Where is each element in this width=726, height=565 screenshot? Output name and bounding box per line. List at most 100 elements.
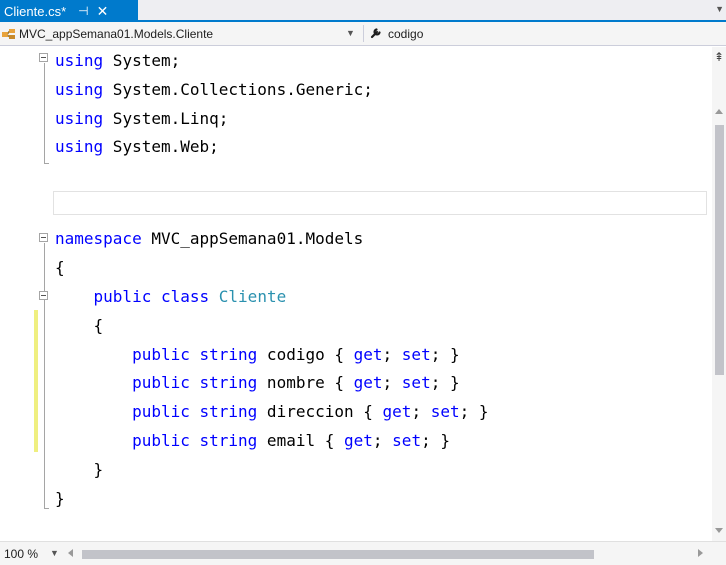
divider — [363, 25, 364, 42]
close-icon[interactable]: ✕ — [97, 3, 109, 20]
code-text: ; } — [430, 345, 460, 364]
collapse-icon[interactable] — [39, 233, 48, 242]
scroll-right-icon[interactable] — [698, 549, 703, 557]
code-line: using System; — [55, 47, 180, 76]
code-keyword: get — [353, 373, 383, 392]
code-text: ; } — [430, 373, 460, 392]
code-keyword: namespace — [55, 229, 142, 248]
tab-title: Cliente.cs* — [4, 3, 67, 19]
code-text: } — [55, 460, 104, 479]
code-line: } — [55, 456, 104, 485]
code-line: { — [55, 254, 65, 283]
code-line: { — [55, 312, 104, 341]
horizontal-scroll-thumb[interactable] — [82, 550, 594, 559]
code-keyword: using — [55, 109, 104, 128]
code-keyword: set — [401, 373, 431, 392]
code-text: nombre { — [257, 373, 354, 392]
code-line: public class Cliente — [55, 283, 287, 312]
code-keyword: public — [132, 345, 190, 364]
code-keyword: public — [93, 287, 152, 306]
code-text: } — [55, 489, 65, 508]
code-keyword: set — [430, 402, 460, 421]
outline-guide-end — [44, 163, 49, 164]
code-keyword: set — [392, 431, 422, 450]
code-text: MVC_appSemana01.Models — [141, 229, 364, 248]
code-type-name: Cliente — [218, 287, 287, 306]
zoom-level[interactable]: 100 % — [4, 547, 38, 561]
code-text: codigo { — [257, 345, 354, 364]
code-text: ; — [372, 431, 393, 450]
code-text: System.Web; — [103, 137, 219, 156]
code-keyword: string — [199, 431, 258, 450]
tab-cliente-cs[interactable]: Cliente.cs* ⊣ ✕ — [0, 0, 138, 22]
scroll-left-icon[interactable] — [68, 549, 73, 557]
collapse-icon[interactable] — [39, 53, 48, 62]
code-editor[interactable]: using System; using System.Collections.G… — [0, 47, 712, 541]
outline-guide — [44, 243, 45, 508]
editor-bottom-bar: 100 % ▼ — [0, 541, 726, 565]
document-tab-strip: Cliente.cs* ⊣ ✕ ▼ — [0, 0, 726, 22]
outline-guide-end — [44, 508, 49, 509]
type-selector[interactable]: MVC_appSemana01.Models.Cliente ▼ — [0, 24, 362, 43]
chevron-down-icon[interactable]: ▼ — [50, 548, 59, 558]
code-keyword: using — [55, 137, 104, 156]
navigation-bar: MVC_appSemana01.Models.Cliente ▼ codigo — [0, 22, 726, 46]
code-text: ; — [411, 402, 431, 421]
collapse-icon[interactable] — [39, 291, 48, 300]
code-line: public string direccion { get; set; } — [55, 398, 489, 427]
code-text: email { — [257, 431, 344, 450]
member-selector-label: codigo — [388, 26, 424, 41]
scroll-up-icon[interactable] — [715, 109, 723, 114]
code-keyword: public — [132, 431, 190, 450]
code-line: public string nombre { get; set; } — [55, 369, 460, 398]
code-keyword: public — [132, 402, 190, 421]
code-keyword: get — [344, 431, 373, 450]
code-text: ; } — [421, 431, 450, 450]
member-selector[interactable]: codigo — [366, 24, 722, 43]
vertical-scroll-thumb[interactable] — [715, 125, 724, 375]
code-line: public string email { get; set; } — [55, 427, 450, 456]
code-text: ; } — [459, 402, 489, 421]
code-keyword: string — [199, 373, 258, 392]
outline-guide — [44, 63, 45, 163]
code-text: ; — [382, 345, 402, 364]
code-text: System; — [103, 51, 181, 70]
code-text: { — [55, 316, 104, 335]
split-icon[interactable]: ⇞ — [714, 50, 724, 64]
code-keyword: string — [199, 402, 258, 421]
code-text: ; — [382, 373, 402, 392]
code-text: System.Linq; — [103, 109, 229, 128]
class-icon — [2, 28, 16, 40]
code-keyword: class — [160, 287, 210, 306]
code-keyword: get — [382, 402, 412, 421]
code-line: } — [55, 485, 65, 514]
type-selector-label: MVC_appSemana01.Models.Cliente — [19, 26, 214, 41]
code-line: using System.Web; — [55, 133, 219, 162]
vertical-scrollbar[interactable]: ⇞ — [712, 47, 726, 541]
scroll-down-icon[interactable] — [715, 528, 723, 533]
pin-icon[interactable]: ⊣ — [78, 4, 88, 18]
code-keyword: public — [132, 373, 190, 392]
code-keyword: set — [401, 345, 431, 364]
chevron-down-icon[interactable]: ▼ — [715, 4, 724, 14]
code-keyword: using — [55, 51, 104, 70]
wrench-icon — [370, 26, 384, 42]
code-text: System.Collections.Generic; — [103, 80, 373, 99]
code-keyword: string — [199, 345, 258, 364]
current-line-highlight — [53, 191, 707, 215]
code-line: using System.Collections.Generic; — [55, 76, 373, 105]
code-text: direccion { — [257, 402, 383, 421]
code-line: namespace MVC_appSemana01.Models — [55, 225, 363, 254]
chevron-down-icon[interactable]: ▼ — [346, 28, 355, 38]
